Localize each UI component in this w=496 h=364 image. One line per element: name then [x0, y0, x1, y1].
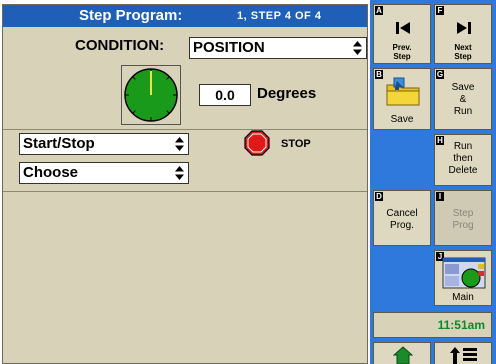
key-label: G [436, 70, 444, 79]
condition-label: CONDITION: [75, 37, 165, 54]
step-counter: 1, STEP 4 OF 4 [237, 10, 322, 22]
next-step-label-1: Next [454, 43, 472, 52]
save-run-label-1: Save [451, 82, 475, 93]
section-divider [3, 191, 367, 192]
prev-screen-icon [450, 347, 477, 364]
position-dial [121, 65, 181, 125]
choose-select-value: Choose [23, 164, 79, 181]
next-step-button[interactable]: F Next Step [434, 4, 492, 64]
step-program-panel: Step Program: 1, STEP 4 OF 4 CONDITION: … [2, 4, 368, 364]
stop-label: STOP [281, 138, 311, 150]
cancel-label-2: Prog. [390, 220, 414, 231]
main-screen-icon [442, 257, 486, 289]
prev-step-button[interactable]: A Prev. Step [373, 4, 431, 64]
save-run-label-2: & [459, 94, 467, 105]
save-button[interactable]: B Save [373, 68, 431, 130]
title-bar: Step Program: 1, STEP 4 OF 4 [3, 5, 367, 27]
save-folder-icon [386, 77, 420, 106]
page-title: Step Program: [79, 7, 183, 24]
section-divider [3, 129, 367, 130]
prev-step-label-2: Step [393, 52, 411, 61]
step-prog-button[interactable]: I Step Prog [434, 190, 492, 246]
prev-step-label-1: Prev. [392, 43, 412, 52]
main-label: Main [452, 292, 474, 303]
key-label: F [436, 6, 444, 15]
home-button[interactable] [373, 342, 431, 364]
stop-sign-icon [244, 130, 270, 156]
run-delete-label-2: then [453, 153, 473, 164]
up-down-arrow-icon [175, 166, 184, 180]
degrees-label: Degrees [257, 85, 317, 102]
save-run-label-3: Run [453, 106, 473, 117]
key-label: I [436, 192, 444, 201]
clock-display: 11:51am [373, 312, 492, 338]
run-delete-label-3: Delete [448, 165, 478, 176]
cancel-prog-button[interactable]: D Cancel Prog. [373, 190, 431, 246]
next-step-label-2: Step [454, 52, 472, 61]
step-prog-label-2: Prog [452, 220, 474, 231]
condition-select[interactable]: POSITION [189, 37, 367, 59]
next-step-icon [457, 22, 471, 34]
run-then-delete-button[interactable]: H Run then Delete [434, 134, 492, 186]
key-label: A [375, 6, 383, 15]
prev-screen-button[interactable] [434, 342, 492, 364]
step-prog-label-1: Step [452, 208, 474, 219]
degrees-field[interactable]: 0.0 [199, 84, 251, 106]
key-label: B [375, 70, 383, 79]
up-down-arrow-icon [353, 41, 362, 55]
run-delete-label-1: Run [453, 141, 473, 152]
start-stop-select-value: Start/Stop [23, 135, 95, 152]
up-down-arrow-icon [175, 137, 184, 151]
position-dial-icon [124, 68, 178, 122]
key-label: D [375, 192, 383, 201]
home-icon [393, 346, 413, 364]
condition-select-value: POSITION [193, 39, 265, 56]
choose-select[interactable]: Choose [19, 162, 189, 184]
save-and-run-button[interactable]: G Save & Run [434, 68, 492, 130]
start-stop-select[interactable]: Start/Stop [19, 133, 189, 155]
cancel-label-1: Cancel [386, 208, 418, 219]
main-button[interactable]: J Main [434, 250, 492, 306]
save-label: Save [390, 114, 414, 125]
prev-step-icon [396, 22, 410, 34]
